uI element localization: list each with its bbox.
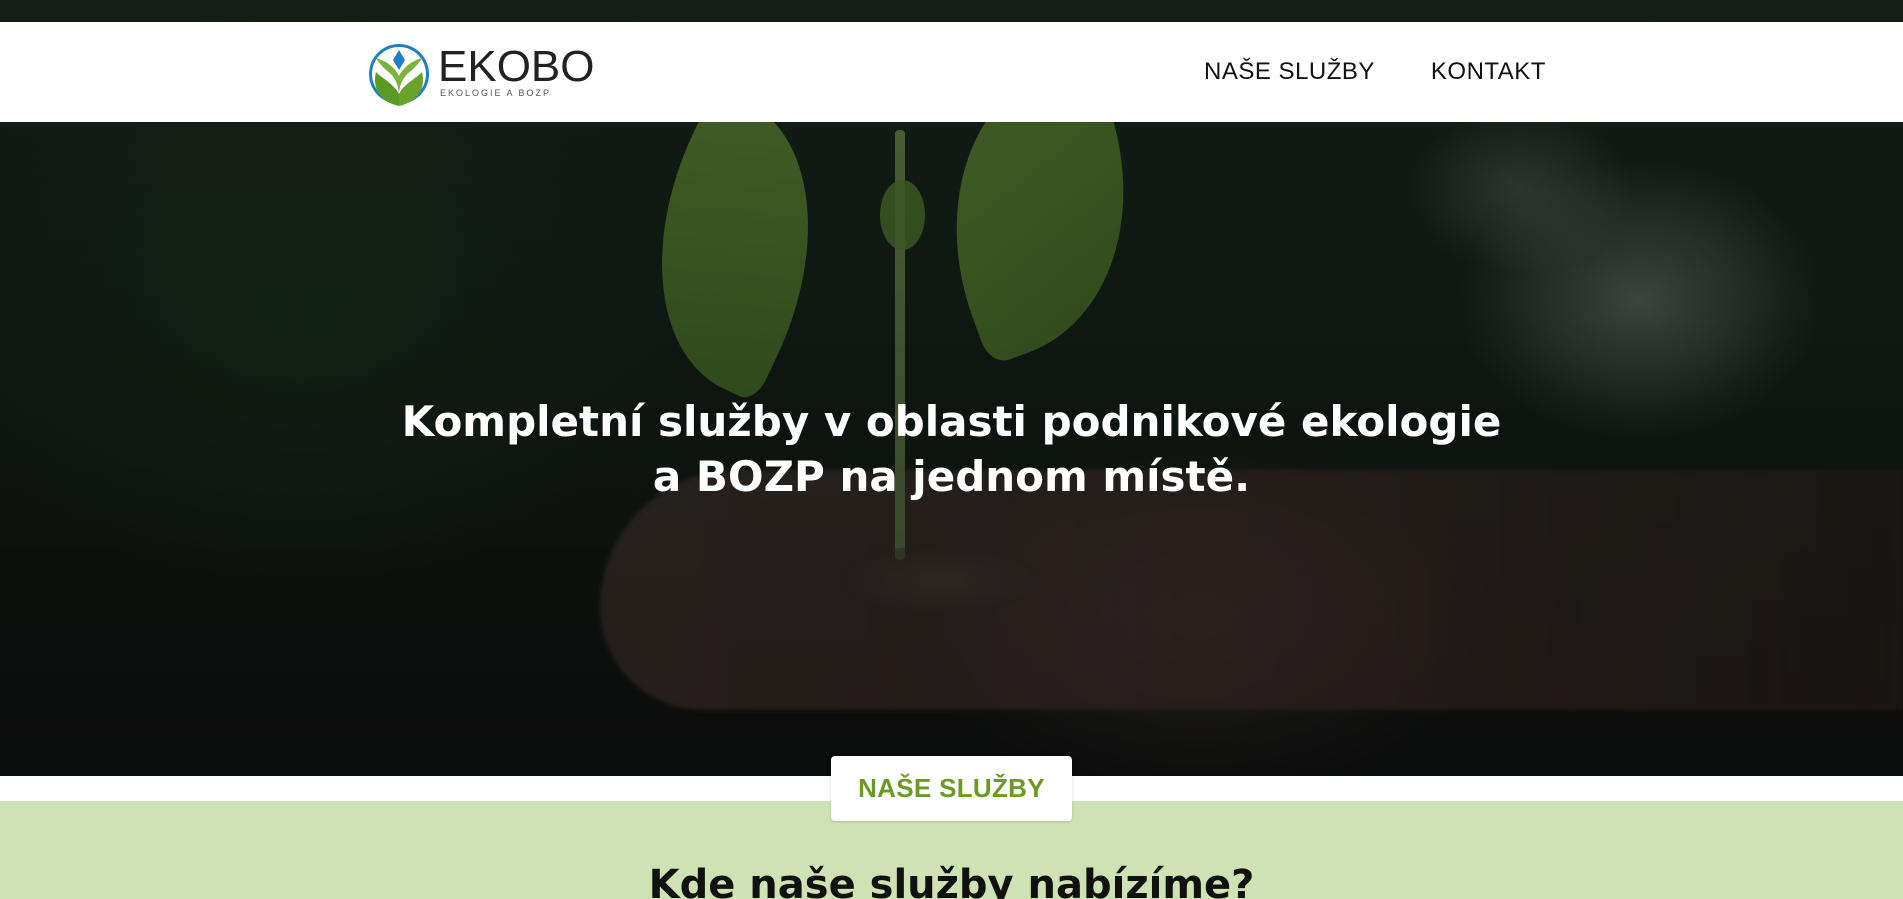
leaf-drop-logo-icon <box>369 44 429 106</box>
logo-subtitle: EKOLOGIE A BOZP <box>440 88 552 98</box>
hero-title-line-1: Kompletní služby v oblasti podnikové eko… <box>401 397 1502 446</box>
logo-name: EKOBO <box>438 42 595 91</box>
logo-text: EKOBO EKOLOGIE A BOZP <box>438 42 595 99</box>
main-nav: NAŠE SLUŽBY KONTAKT <box>1204 58 1546 86</box>
hero-title-line-2: a BOZP na jednom místě. <box>652 452 1251 501</box>
hero-title: Kompletní služby v oblasti podnikové eko… <box>0 394 1903 504</box>
nav-item-contact[interactable]: KONTAKT <box>1431 58 1546 86</box>
section-title: Kde naše služby nabízíme? <box>648 862 1255 899</box>
site-logo[interactable]: EKOBO EKOLOGIE A BOZP <box>368 36 595 108</box>
page: EKOBO EKOLOGIE A BOZP NAŠE SLUŽBY KONTAK… <box>0 0 1903 899</box>
nav-item-services[interactable]: NAŠE SLUŽBY <box>1204 58 1375 86</box>
services-button[interactable]: NAŠE SLUŽBY <box>831 756 1072 821</box>
site-header: EKOBO EKOLOGIE A BOZP NAŠE SLUŽBY KONTAK… <box>0 22 1903 122</box>
